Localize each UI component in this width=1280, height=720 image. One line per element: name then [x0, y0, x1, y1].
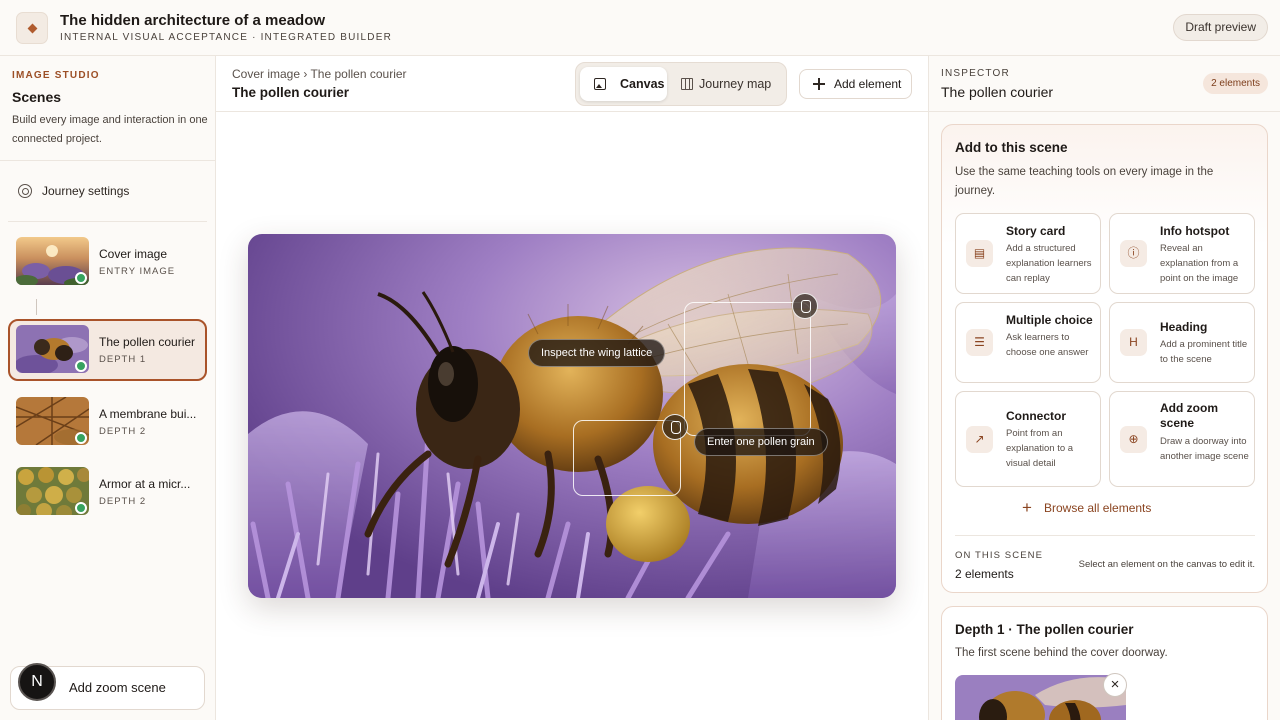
tool-name: Connector — [1006, 409, 1066, 423]
depth-card-title: Depth 1 · The pollen courier — [955, 622, 1134, 637]
project-subtitle: INTERNAL VISUAL ACCEPTANCE · INTEGRATED … — [60, 32, 393, 43]
status-dot — [75, 502, 87, 514]
tool-heading[interactable]: H Heading Add a prominent title to the s… — [1109, 302, 1255, 383]
tool-description: Reveal an explanation from a point on th… — [1160, 243, 1239, 284]
plus-icon — [813, 78, 825, 90]
scene-name: Cover image — [99, 247, 168, 261]
tool-description: Ask learners to choose one answer — [1006, 332, 1089, 358]
tool-name: Add zoom scene — [1160, 401, 1218, 430]
diamond-icon — [16, 12, 48, 44]
scene-depth: DEPTH 2 — [99, 426, 147, 437]
divider — [0, 160, 215, 161]
element-count-badge: 2 elements — [1203, 73, 1268, 94]
scene-depth: DEPTH 1 — [99, 354, 147, 365]
add-card-title: Add to this scene — [955, 140, 1068, 155]
tool-name: Heading — [1160, 320, 1208, 334]
close-icon[interactable]: × — [1103, 673, 1127, 697]
scene-item-cover-image[interactable]: Cover image ENTRY IMAGE — [8, 231, 207, 293]
scenes-description: Build every image and interaction in one… — [12, 114, 208, 145]
scene-name: A membrane bui... — [99, 407, 197, 421]
tool-name: Info hotspot — [1160, 224, 1230, 238]
map-icon — [681, 78, 693, 90]
heading-icon: H — [1120, 329, 1147, 356]
browse-all-elements-link[interactable]: Browse all elements — [1022, 498, 1151, 518]
tool-story-card[interactable]: ▤ Story card Add a structured explanatio… — [955, 213, 1101, 294]
add-to-scene-card: Add to this scene Use the same teaching … — [941, 124, 1268, 593]
avatar[interactable]: N — [18, 663, 56, 701]
tool-description: Point from an explanation to a visual de… — [1006, 428, 1074, 469]
scene-name: Armor at a micr... — [99, 477, 191, 491]
canvas-header: Cover image › The pollen courier The pol… — [216, 56, 928, 112]
tool-description: Add a structured explanation learners ca… — [1006, 243, 1092, 284]
divider — [955, 535, 1255, 536]
depth-scene-card: Depth 1 · The pollen courier The first s… — [941, 606, 1268, 720]
divider — [929, 111, 1280, 112]
depth-card-description: The first scene behind the cover doorway… — [955, 647, 1168, 659]
gear-icon — [18, 184, 32, 198]
on-scene-hint: Select an element on the canvas to edit … — [1078, 559, 1255, 570]
inspector-label: INSPECTOR — [941, 68, 1010, 79]
hand-icon[interactable] — [792, 293, 818, 319]
connector-icon: ↗ — [966, 426, 993, 453]
tool-add-zoom-scene[interactable]: ⊕ Add zoom scene Draw a doorway into ano… — [1109, 391, 1255, 487]
tool-description: Add a prominent title to the scene — [1160, 339, 1248, 365]
on-scene-label: ON THIS SCENE — [955, 550, 1044, 561]
image-icon — [594, 78, 606, 90]
tool-description: Draw a doorway into another image scene — [1160, 436, 1249, 462]
inspector-title: The pollen courier — [941, 84, 1054, 100]
scene-depth: ENTRY IMAGE — [99, 266, 176, 277]
breadcrumb[interactable]: Cover image › The pollen courier — [232, 67, 407, 81]
hotspot-label-pollen[interactable]: Enter one pollen grain — [694, 428, 828, 456]
tool-info-hotspot[interactable]: ⓘ Info hotspot Reveal an explanation fro… — [1109, 213, 1255, 294]
tool-multiple-choice[interactable]: ☰ Multiple choice Ask learners to choose… — [955, 302, 1101, 383]
view-switcher: Canvas Journey map — [575, 62, 787, 106]
tab-journey-map[interactable]: Journey map — [679, 67, 785, 101]
add-element-button[interactable]: Add element — [799, 69, 912, 99]
canvas[interactable]: Inspect the wing lattice Enter one polle… — [216, 112, 928, 720]
status-dot — [75, 360, 87, 372]
scene-title: The pollen courier — [232, 85, 350, 100]
on-scene-count: 2 elements — [955, 567, 1014, 581]
book-icon: ▤ — [966, 240, 993, 267]
scenes-title: Scenes — [12, 89, 62, 105]
list-check-icon: ☰ — [966, 329, 993, 356]
divider — [8, 221, 207, 222]
scene-item-membrane[interactable]: A membrane bui... DEPTH 2 — [8, 391, 207, 453]
tool-name: Multiple choice — [1006, 313, 1093, 327]
inspector-panel: INSPECTOR The pollen courier 2 elements … — [928, 56, 1280, 720]
scene-name: The pollen courier — [99, 335, 196, 349]
project-title: The hidden architecture of a meadow — [60, 12, 326, 29]
status-dot — [75, 432, 87, 444]
journey-settings-button[interactable]: Journey settings — [18, 182, 129, 200]
status-dot — [75, 272, 87, 284]
journey-settings-label: Journey settings — [42, 184, 130, 198]
scenes-sidebar: IMAGE STUDIO Scenes Build every image an… — [0, 56, 216, 720]
top-bar: The hidden architecture of a meadow INTE… — [0, 0, 1280, 56]
scene-item-pollen-courier[interactable]: The pollen courier DEPTH 1 — [8, 319, 207, 381]
section-label: IMAGE STUDIO — [12, 70, 100, 81]
tree-connector — [36, 299, 37, 315]
zoom-in-icon: ⊕ — [1120, 426, 1147, 453]
wing-hotspot-frame[interactable] — [684, 302, 811, 436]
add-card-description: Use the same teaching tools on every ima… — [955, 166, 1214, 197]
scene-depth: DEPTH 2 — [99, 496, 147, 507]
draft-preview-button[interactable]: Draft preview — [1173, 14, 1268, 41]
scene-image[interactable]: Inspect the wing lattice Enter one polle… — [248, 234, 896, 598]
info-icon: ⓘ — [1120, 240, 1147, 267]
depth-scene-thumbnail[interactable] — [955, 675, 1126, 720]
tool-connector[interactable]: ↗ Connector Point from an explanation to… — [955, 391, 1101, 487]
scene-item-armor[interactable]: Armor at a micr... DEPTH 2 — [8, 461, 207, 523]
tool-name: Story card — [1006, 224, 1066, 238]
hotspot-label-wing[interactable]: Inspect the wing lattice — [528, 339, 666, 367]
tab-canvas-label: Canvas — [620, 77, 665, 91]
tab-journey-label: Journey map — [699, 77, 772, 91]
hand-icon[interactable] — [662, 414, 688, 440]
add-element-label: Add element — [834, 77, 902, 91]
tab-canvas[interactable]: Canvas — [580, 67, 667, 101]
